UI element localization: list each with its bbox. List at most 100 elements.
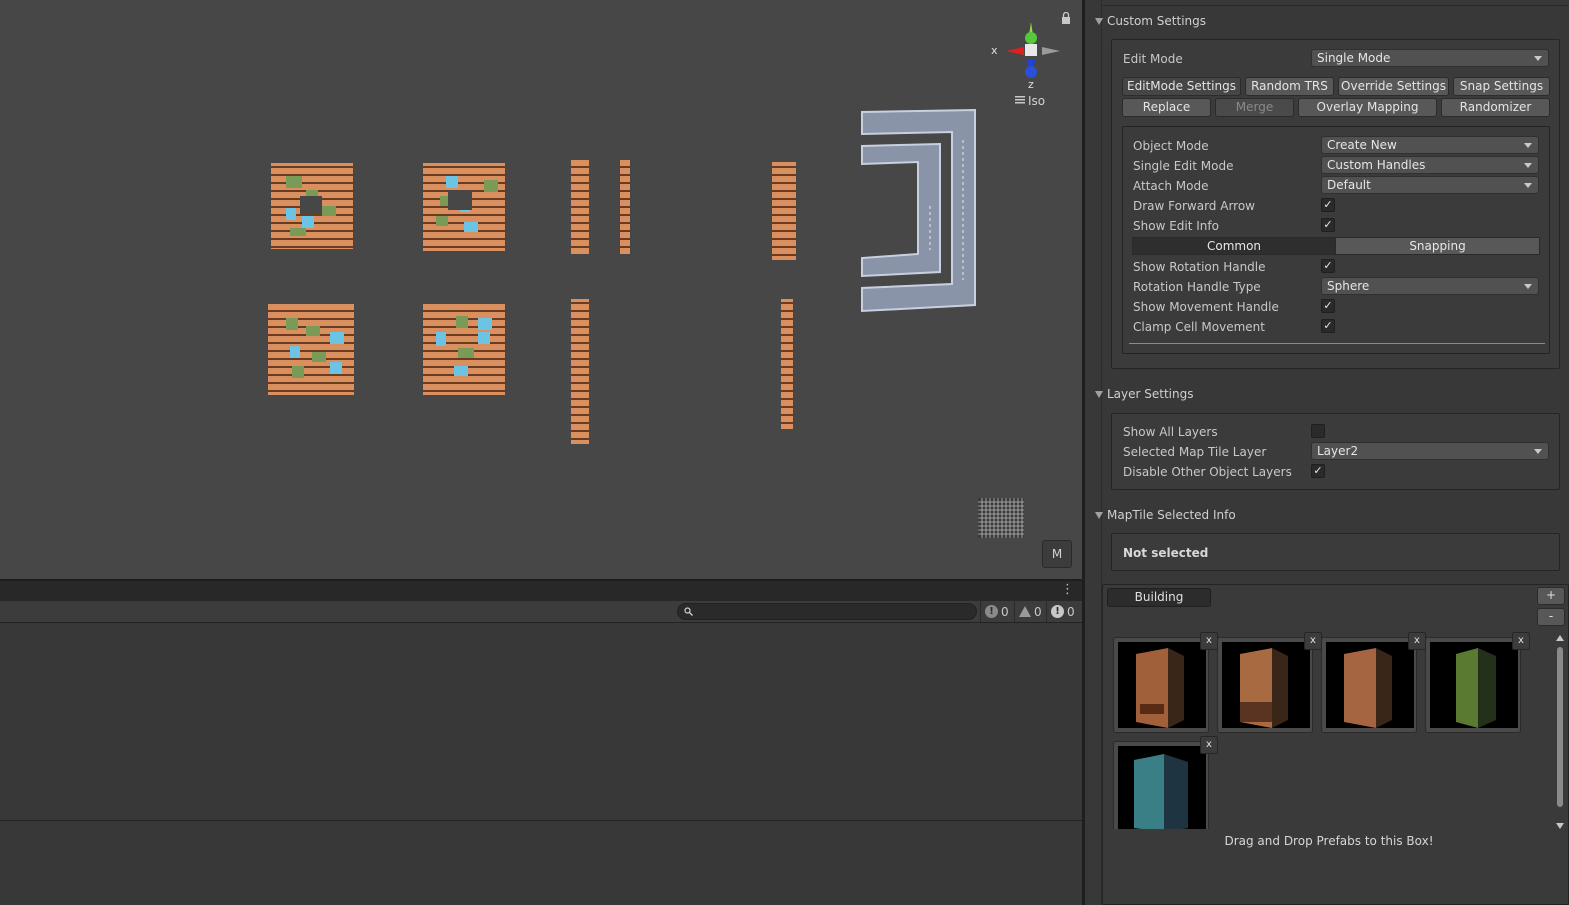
building-cluster-3[interactable] bbox=[268, 303, 354, 395]
palette-scrollbar[interactable] bbox=[1554, 635, 1566, 829]
show-all-layers-checkbox[interactable] bbox=[1311, 424, 1325, 438]
show-movement-handle-checkbox[interactable]: ✓ bbox=[1321, 299, 1335, 313]
building-cluster-4[interactable] bbox=[423, 303, 505, 395]
tab-editmode-settings[interactable]: EditMode Settings bbox=[1122, 77, 1241, 96]
maptile-info-box: Not selected bbox=[1111, 533, 1560, 571]
palette-group-button[interactable]: Building bbox=[1107, 588, 1211, 607]
kebab-menu-icon[interactable]: ⋮ bbox=[1061, 583, 1074, 597]
chevron-down-icon bbox=[1524, 284, 1532, 289]
object-mode-value: Create New bbox=[1327, 138, 1397, 152]
custom-settings-foldout[interactable]: Custom Settings bbox=[1095, 12, 1206, 30]
maptile-info-title: MapTile Selected Info bbox=[1107, 508, 1236, 522]
prefab-thumb-3[interactable]: x bbox=[1321, 632, 1426, 733]
grid-overlay-icon[interactable] bbox=[978, 498, 1024, 538]
prefab-thumb-5[interactable]: x bbox=[1113, 736, 1218, 829]
remove-prefab-button[interactable]: x bbox=[1304, 632, 1322, 650]
info-counter[interactable]: ! 0 bbox=[980, 601, 1013, 622]
console-detail-area[interactable] bbox=[0, 820, 1082, 905]
segment-common[interactable]: Common bbox=[1132, 237, 1336, 255]
tab-override-settings[interactable]: Override Settings bbox=[1338, 77, 1449, 96]
attach-mode-label: Attach Mode bbox=[1133, 179, 1209, 193]
prefab-image bbox=[1326, 642, 1414, 728]
scene-world[interactable] bbox=[0, 0, 1082, 579]
m-button[interactable]: M bbox=[1042, 540, 1072, 568]
chevron-down-icon bbox=[1534, 56, 1542, 61]
chevron-down-icon bbox=[1534, 449, 1542, 454]
error-counter[interactable]: ! 0 bbox=[1046, 601, 1079, 622]
warning-counter[interactable]: 0 bbox=[1014, 601, 1046, 622]
tab-overlay-mapping[interactable]: Overlay Mapping bbox=[1298, 98, 1437, 117]
error-icon: ! bbox=[1051, 605, 1064, 618]
layer-settings-foldout[interactable]: Layer Settings bbox=[1095, 385, 1194, 403]
projection-label[interactable]: Iso bbox=[1028, 94, 1045, 108]
remove-group-button[interactable]: - bbox=[1537, 608, 1565, 626]
remove-prefab-button[interactable]: x bbox=[1200, 632, 1218, 650]
show-rotation-handle-checkbox[interactable]: ✓ bbox=[1321, 259, 1335, 273]
info-icon: ! bbox=[985, 605, 998, 618]
single-edit-mode-dropdown[interactable]: Custom Handles bbox=[1321, 156, 1539, 174]
custom-settings-box: Edit Mode Single Mode EditMode Settings … bbox=[1111, 39, 1560, 369]
tab-merge: Merge bbox=[1215, 98, 1294, 117]
single-edit-mode-value: Custom Handles bbox=[1327, 158, 1426, 172]
scene-view[interactable]: x z Iso M bbox=[0, 0, 1082, 579]
warning-icon bbox=[1019, 606, 1031, 617]
console-toolbar: ! 0 0 ! 0 bbox=[0, 601, 1082, 623]
prefab-thumb-2[interactable]: x bbox=[1217, 632, 1322, 733]
console-log-list[interactable] bbox=[0, 623, 1082, 820]
chevron-down-icon bbox=[1524, 143, 1532, 148]
inspector-top-divider bbox=[1102, 0, 1569, 6]
prefab-palette: Building + - x x x x x Drag and Drop Pre… bbox=[1102, 584, 1569, 905]
layer-settings-box: Show All Layers Selected Map Tile Layer … bbox=[1111, 413, 1560, 490]
remove-prefab-button[interactable]: x bbox=[1408, 632, 1426, 650]
selected-map-tile-layer-dropdown[interactable]: Layer2 bbox=[1311, 442, 1549, 460]
rotation-handle-type-value: Sphere bbox=[1327, 279, 1370, 293]
building-column-3[interactable] bbox=[772, 162, 796, 260]
rotation-handle-type-dropdown[interactable]: Sphere bbox=[1321, 277, 1539, 295]
draw-forward-arrow-checkbox[interactable]: ✓ bbox=[1321, 198, 1335, 212]
road-tile[interactable] bbox=[861, 108, 976, 313]
disable-other-object-layers-checkbox[interactable]: ✓ bbox=[1311, 464, 1325, 478]
building-column-1[interactable] bbox=[571, 159, 589, 254]
show-edit-info-checkbox[interactable]: ✓ bbox=[1321, 218, 1335, 232]
chevron-down-icon bbox=[1524, 183, 1532, 188]
building-cluster-1[interactable] bbox=[271, 163, 353, 249]
console-search-input[interactable] bbox=[677, 603, 977, 620]
add-group-button[interactable]: + bbox=[1537, 587, 1565, 605]
custom-settings-title: Custom Settings bbox=[1107, 14, 1207, 28]
clamp-cell-movement-checkbox[interactable]: ✓ bbox=[1321, 319, 1335, 333]
console-panel: ⋮ ! 0 0 ! 0 bbox=[0, 579, 1082, 905]
inspector-panel: Custom Settings Edit Mode Single Mode Ed… bbox=[1085, 0, 1569, 905]
building-column-5[interactable] bbox=[781, 299, 793, 429]
gizmo-x-label: x bbox=[991, 44, 998, 57]
editmode-settings-box: Object Mode Create New Single Edit Mode … bbox=[1122, 126, 1550, 354]
attach-mode-dropdown[interactable]: Default bbox=[1321, 176, 1539, 194]
gizmo-z-label: z bbox=[1028, 78, 1034, 91]
tab-random-trs[interactable]: Random TRS bbox=[1245, 77, 1334, 96]
tab-snap-settings[interactable]: Snap Settings bbox=[1453, 77, 1550, 96]
layer-settings-title: Layer Settings bbox=[1107, 387, 1194, 401]
remove-prefab-button[interactable]: x bbox=[1512, 632, 1530, 650]
foldout-arrow-icon bbox=[1095, 17, 1103, 25]
prefab-grid[interactable]: x x x x x bbox=[1103, 629, 1555, 829]
orientation-gizmo[interactable]: x z bbox=[984, 14, 1068, 110]
lock-icon[interactable] bbox=[1061, 12, 1071, 24]
tab-randomizer[interactable]: Randomizer bbox=[1441, 98, 1550, 117]
object-mode-dropdown[interactable]: Create New bbox=[1321, 136, 1539, 154]
edit-mode-dropdown[interactable]: Single Mode bbox=[1311, 49, 1549, 67]
maptile-status: Not selected bbox=[1123, 546, 1209, 560]
building-column-2[interactable] bbox=[620, 160, 630, 254]
segment-snapping[interactable]: Snapping bbox=[1335, 237, 1540, 255]
show-rotation-handle-label: Show Rotation Handle bbox=[1133, 260, 1266, 274]
edit-mode-label: Edit Mode bbox=[1123, 52, 1183, 66]
warning-count: 0 bbox=[1034, 604, 1042, 619]
error-count: 0 bbox=[1067, 604, 1075, 619]
foldout-arrow-icon bbox=[1095, 390, 1103, 398]
maptile-info-foldout[interactable]: MapTile Selected Info bbox=[1095, 506, 1236, 524]
remove-prefab-button[interactable]: x bbox=[1200, 736, 1218, 754]
prefab-image bbox=[1430, 642, 1518, 728]
prefab-thumb-1[interactable]: x bbox=[1113, 632, 1218, 733]
building-cluster-2[interactable] bbox=[423, 163, 505, 251]
tab-replace[interactable]: Replace bbox=[1122, 98, 1211, 117]
building-column-4[interactable] bbox=[571, 299, 589, 444]
prefab-thumb-4[interactable]: x bbox=[1425, 632, 1530, 733]
